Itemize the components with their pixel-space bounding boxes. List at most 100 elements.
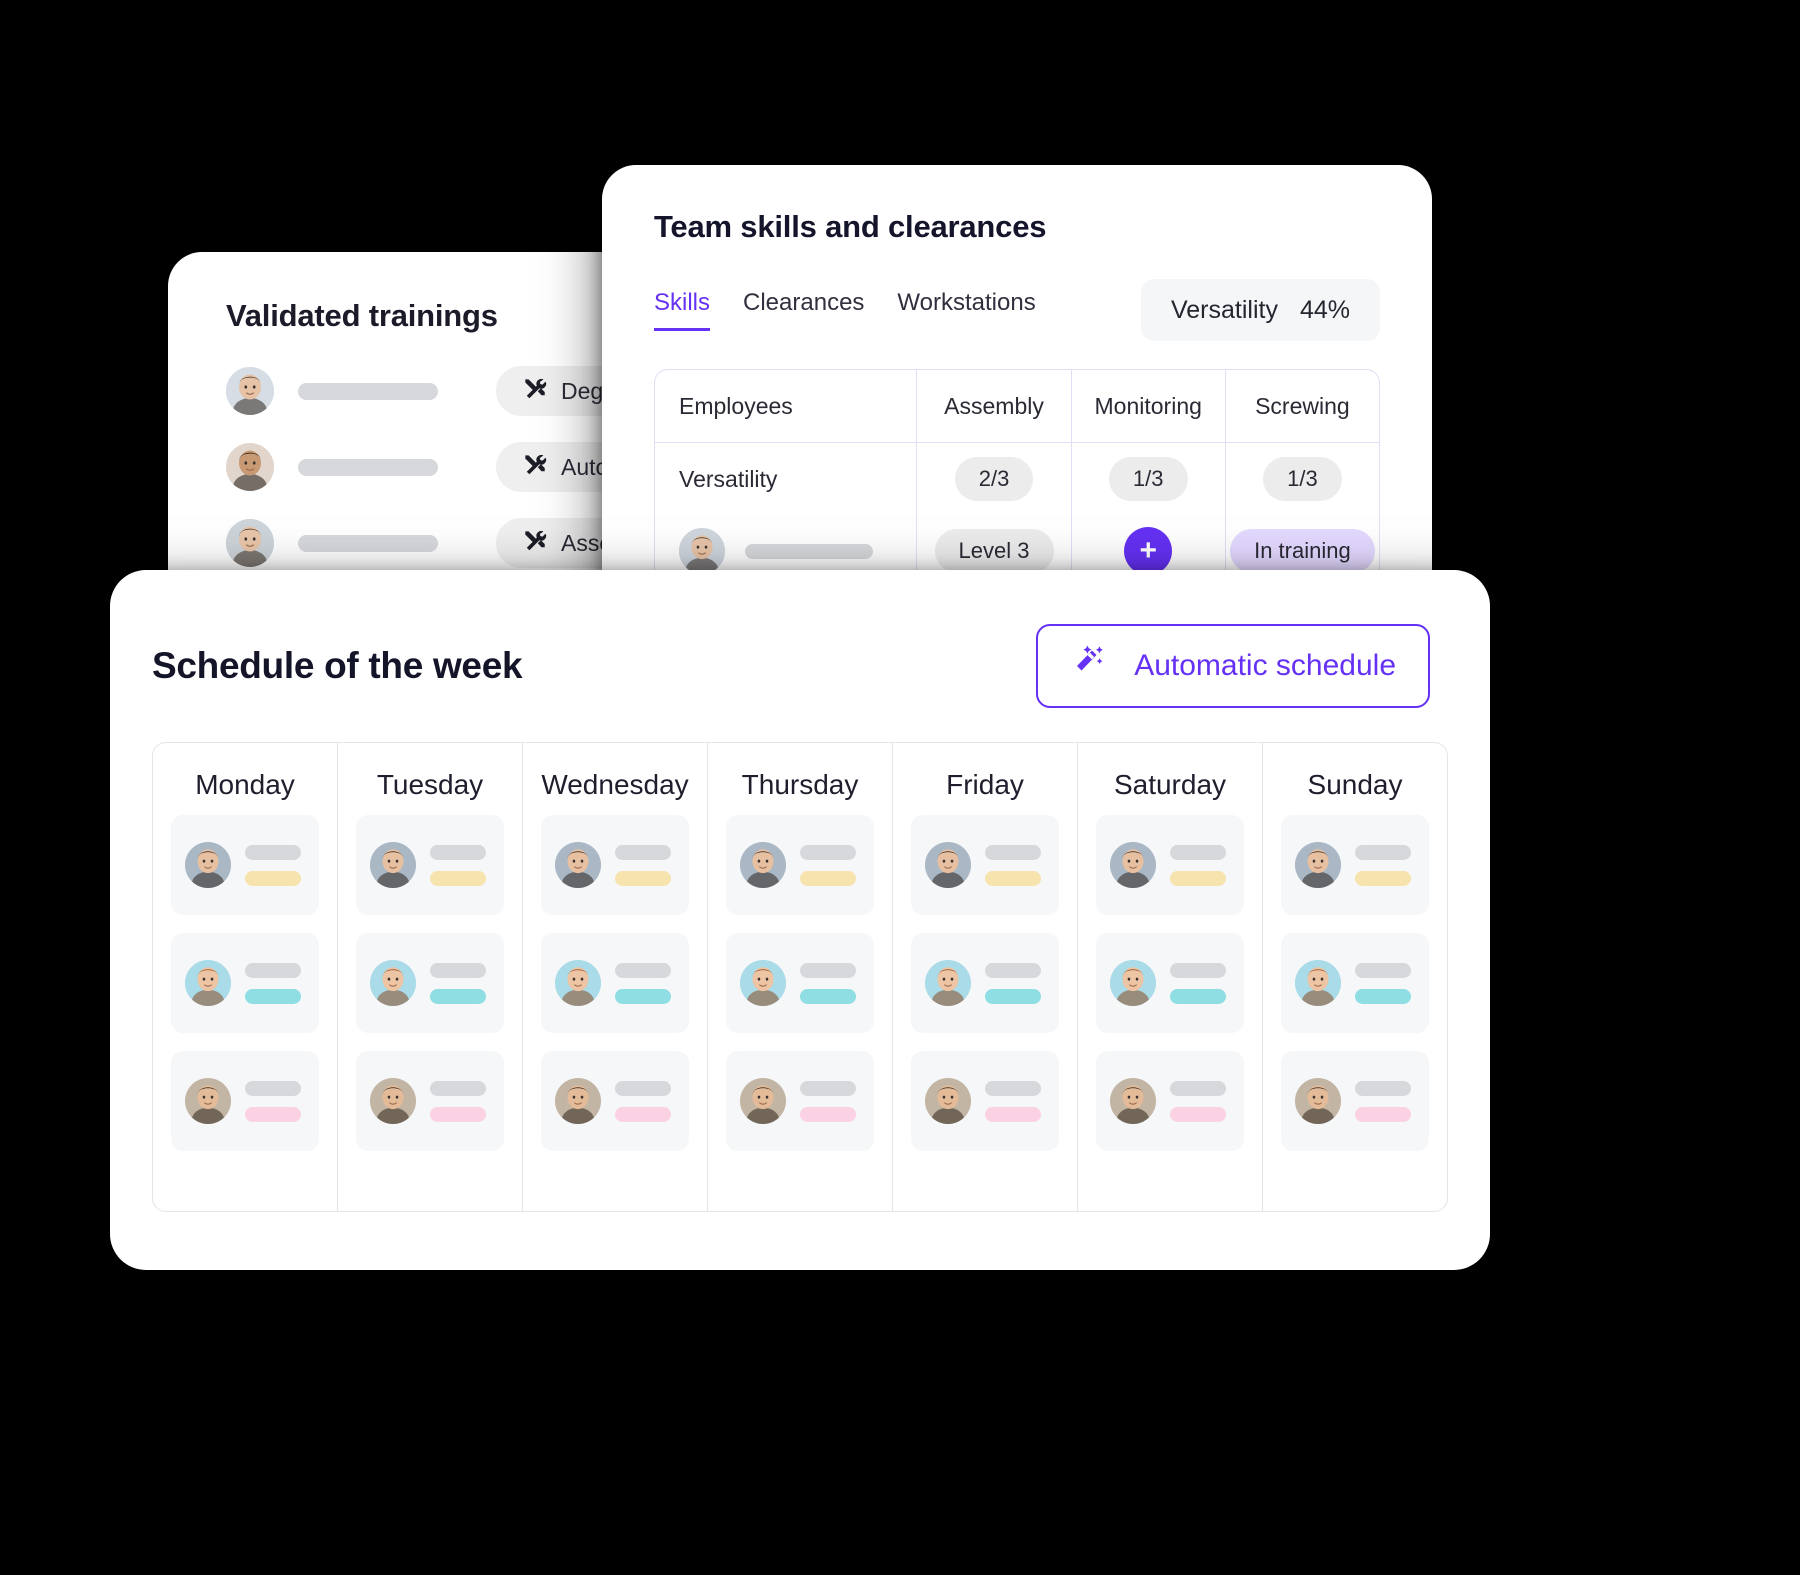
slot-task-placeholder bbox=[1355, 988, 1411, 1004]
table-header-assembly: Assembly bbox=[916, 370, 1070, 442]
employee-name-placeholder bbox=[745, 543, 873, 559]
slot-task-placeholder bbox=[245, 1106, 301, 1122]
schedule-slot[interactable] bbox=[726, 933, 874, 1033]
avatar-t1 bbox=[226, 367, 274, 415]
screenshot-stage: Validated trainings DegreeAuto feedAssem… bbox=[0, 0, 1800, 1575]
slot-name-placeholder bbox=[1355, 844, 1411, 860]
versatility-ratio-badge: 1/3 bbox=[1263, 457, 1342, 501]
slot-name-placeholder bbox=[800, 1080, 856, 1096]
slot-lines bbox=[1170, 1080, 1226, 1122]
day-name-label: Saturday bbox=[1113, 769, 1227, 800]
tab-workstations[interactable]: Workstations bbox=[897, 289, 1035, 331]
schedule-slot[interactable] bbox=[1096, 933, 1244, 1033]
day-name-label: Sunday bbox=[1307, 769, 1403, 800]
schedule-slot[interactable] bbox=[1096, 1051, 1244, 1151]
avatar-man-1 bbox=[555, 842, 601, 888]
slot-name-placeholder bbox=[430, 1080, 486, 1096]
employee-name-placeholder bbox=[298, 534, 438, 552]
slot-name-placeholder bbox=[615, 1080, 671, 1096]
schedule-slot[interactable] bbox=[541, 815, 689, 915]
versatility-badge: Versatility 44% bbox=[1140, 279, 1380, 341]
slot-name-placeholder bbox=[800, 844, 856, 860]
versatility-ratio-badge: 1/3 bbox=[1108, 457, 1188, 501]
employee-name-placeholder bbox=[298, 382, 438, 400]
slot-name-placeholder bbox=[430, 844, 486, 860]
slot-task-placeholder bbox=[985, 988, 1041, 1004]
slot-name-placeholder bbox=[1355, 962, 1411, 978]
slot-lines bbox=[800, 844, 856, 886]
avatar-man-2 bbox=[740, 1078, 786, 1124]
slot-name-placeholder bbox=[430, 962, 486, 978]
schedule-slot[interactable] bbox=[541, 933, 689, 1033]
slot-task-placeholder bbox=[800, 1106, 856, 1122]
avatar-man-2 bbox=[185, 1078, 231, 1124]
schedule-slot[interactable] bbox=[1281, 1051, 1429, 1151]
slot-name-placeholder bbox=[985, 962, 1041, 978]
schedule-slot[interactable] bbox=[1281, 933, 1429, 1033]
slot-task-placeholder bbox=[1170, 988, 1226, 1004]
day-column-thursday: Thursday bbox=[707, 743, 892, 1211]
slot-task-placeholder bbox=[800, 988, 856, 1004]
slot-task-placeholder bbox=[1170, 870, 1226, 886]
avatar-man-2 bbox=[925, 1078, 971, 1124]
slot-task-placeholder bbox=[615, 870, 671, 886]
schedule-slot[interactable] bbox=[911, 1051, 1059, 1151]
slot-name-placeholder bbox=[245, 1080, 301, 1096]
slot-task-placeholder bbox=[800, 870, 856, 886]
slot-lines bbox=[245, 844, 301, 886]
slot-lines bbox=[1355, 962, 1411, 1004]
slot-lines bbox=[1355, 844, 1411, 886]
tab-clearances[interactable]: Clearances bbox=[743, 289, 864, 331]
avatar-woman-1 bbox=[1110, 960, 1156, 1006]
add-skill-button[interactable]: + bbox=[1124, 527, 1173, 575]
slot-name-placeholder bbox=[245, 844, 301, 860]
versatility-cell: 1/3 bbox=[1224, 443, 1379, 515]
team-skills-card: Team skills and clearances Skills Clearan… bbox=[602, 165, 1432, 625]
day-column-saturday: Saturday bbox=[1077, 743, 1262, 1211]
schedule-slot[interactable] bbox=[726, 815, 874, 915]
slot-task-placeholder bbox=[1170, 1106, 1226, 1122]
week-grid: Monday Tuesday Wednesday Thursday Friday Satu… bbox=[152, 742, 1448, 1212]
avatar-man-1 bbox=[1110, 842, 1156, 888]
day-column-wednesday: Wednesday bbox=[522, 743, 707, 1211]
avatar-man-1 bbox=[740, 842, 786, 888]
slot-task-placeholder bbox=[985, 870, 1041, 886]
slot-lines bbox=[430, 1080, 486, 1122]
tab-skills[interactable]: Skills bbox=[654, 289, 711, 331]
schedule-slot[interactable] bbox=[726, 1051, 874, 1151]
slot-name-placeholder bbox=[1170, 844, 1226, 860]
schedule-slot[interactable] bbox=[911, 933, 1059, 1033]
slot-name-placeholder bbox=[1355, 1080, 1411, 1096]
schedule-card: Schedule of the week Automatic schedule … bbox=[110, 570, 1490, 1270]
slot-task-placeholder bbox=[245, 870, 301, 886]
table-versatility-row: Versatility 2/3 1/3 1/3 bbox=[655, 442, 1379, 515]
schedule-title: Schedule of the week bbox=[152, 645, 523, 686]
schedule-slot[interactable] bbox=[1281, 815, 1429, 915]
plus-icon: + bbox=[1139, 534, 1157, 567]
day-name-label: Thursday bbox=[741, 769, 859, 800]
schedule-slot[interactable] bbox=[171, 933, 319, 1033]
slot-name-placeholder bbox=[1170, 1080, 1226, 1096]
table-header-monitoring: Monitoring bbox=[1070, 370, 1225, 442]
slot-lines bbox=[615, 962, 671, 1004]
schedule-slot[interactable] bbox=[356, 933, 504, 1033]
day-name-label: Wednesday bbox=[541, 769, 689, 800]
automatic-schedule-label: Automatic schedule bbox=[1134, 649, 1396, 682]
automatic-schedule-button[interactable]: Automatic schedule bbox=[1036, 624, 1430, 708]
skills-tabs: Skills Clearances Workstations bbox=[654, 289, 1036, 331]
slot-task-placeholder bbox=[430, 988, 486, 1004]
versatility-cell: 2/3 bbox=[916, 443, 1070, 515]
avatar-woman-1 bbox=[740, 960, 786, 1006]
avatar-man-1 bbox=[925, 842, 971, 888]
avatar-woman-1 bbox=[1295, 960, 1341, 1006]
schedule-slot[interactable] bbox=[356, 815, 504, 915]
schedule-slot[interactable] bbox=[171, 815, 319, 915]
schedule-slot[interactable] bbox=[541, 1051, 689, 1151]
avatar-man-1 bbox=[1295, 842, 1341, 888]
schedule-slot[interactable] bbox=[356, 1051, 504, 1151]
magic-wand-icon bbox=[1070, 642, 1110, 690]
schedule-slot[interactable] bbox=[171, 1051, 319, 1151]
skill-level-badge: In training bbox=[1230, 529, 1375, 573]
schedule-slot[interactable] bbox=[911, 815, 1059, 915]
schedule-slot[interactable] bbox=[1096, 815, 1244, 915]
